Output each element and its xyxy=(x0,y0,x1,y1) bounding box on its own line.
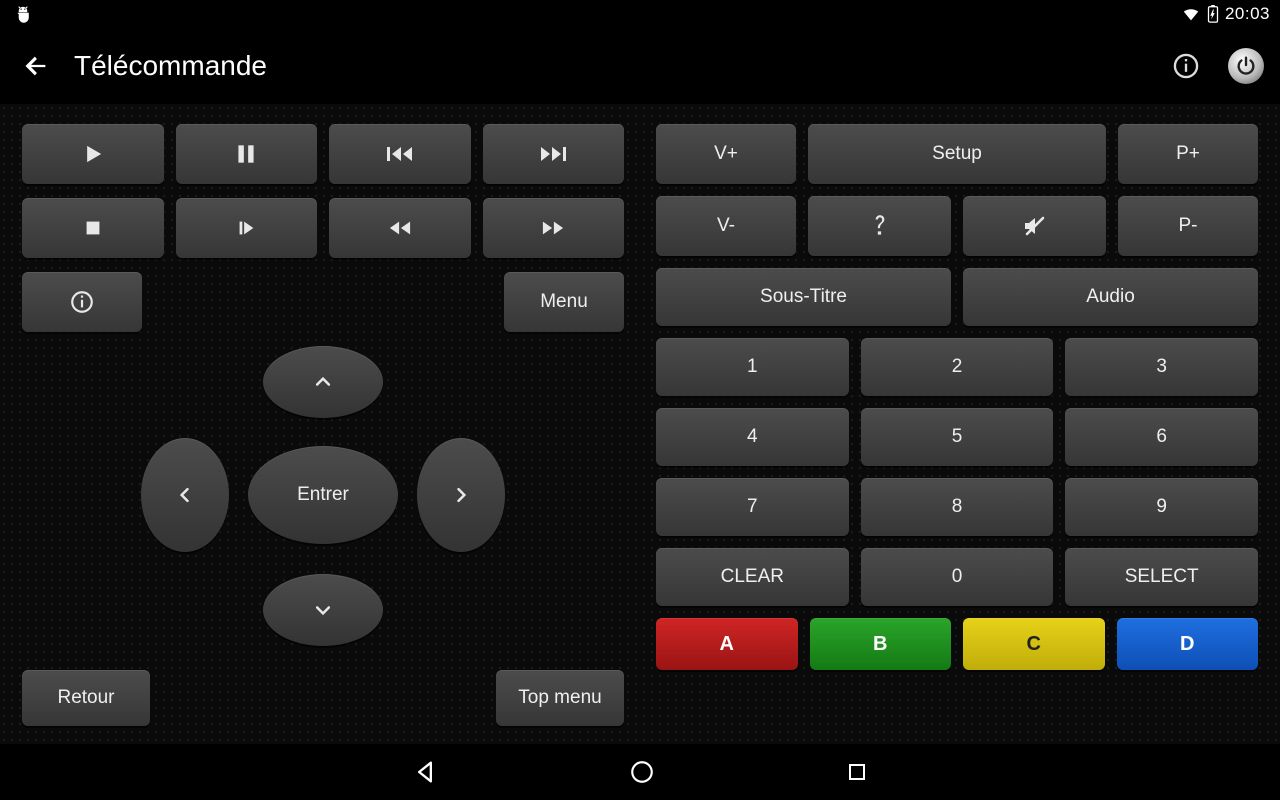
color-key-b[interactable]: B xyxy=(810,618,952,670)
dpad: Entrer xyxy=(113,346,533,646)
app-bar: Télécommande xyxy=(0,28,1280,104)
nav-back-icon[interactable] xyxy=(411,758,439,786)
play-button[interactable] xyxy=(22,124,164,184)
vol-down-button[interactable]: V- xyxy=(656,196,796,256)
android-status-bar: 20:03 xyxy=(0,0,1280,28)
setup-button[interactable]: Setup xyxy=(808,124,1106,184)
color-key-c[interactable]: C xyxy=(963,618,1105,670)
prog-up-button[interactable]: P+ xyxy=(1118,124,1258,184)
skip-next-button[interactable] xyxy=(483,124,625,184)
wifi-icon xyxy=(1181,6,1201,22)
keypad-5[interactable]: 5 xyxy=(861,408,1054,466)
keypad-7[interactable]: 7 xyxy=(656,478,849,536)
keypad-1[interactable]: 1 xyxy=(656,338,849,396)
step-frame-button[interactable] xyxy=(176,198,318,258)
keypad-9[interactable]: 9 xyxy=(1065,478,1258,536)
skip-prev-button[interactable] xyxy=(329,124,471,184)
android-debug-icon xyxy=(14,5,32,23)
power-icon[interactable] xyxy=(1228,48,1264,84)
dpad-up[interactable] xyxy=(263,346,383,418)
keypad-3[interactable]: 3 xyxy=(1065,338,1258,396)
audio-button[interactable]: Audio xyxy=(963,268,1258,326)
keypad-select[interactable]: SELECT xyxy=(1065,548,1258,606)
pause-button[interactable] xyxy=(176,124,318,184)
keypad-clear[interactable]: CLEAR xyxy=(656,548,849,606)
fast-forward-button[interactable] xyxy=(483,198,625,258)
keypad: 1 2 3 4 5 6 7 8 9 CLEAR 0 SELECT xyxy=(656,338,1258,606)
nav-recents-icon[interactable] xyxy=(845,760,869,784)
dpad-enter[interactable]: Entrer xyxy=(248,446,398,544)
top-menu-button[interactable]: Top menu xyxy=(496,670,624,726)
back-arrow-icon[interactable] xyxy=(22,52,50,80)
mute-button[interactable] xyxy=(963,196,1106,256)
keypad-2[interactable]: 2 xyxy=(861,338,1054,396)
dpad-down[interactable] xyxy=(263,574,383,646)
page-title: Télécommande xyxy=(74,50,267,82)
keypad-0[interactable]: 0 xyxy=(861,548,1054,606)
info-button[interactable] xyxy=(22,272,142,332)
color-key-d[interactable]: D xyxy=(1117,618,1259,670)
android-nav-bar xyxy=(0,744,1280,800)
prog-down-button[interactable]: P- xyxy=(1118,196,1258,256)
status-clock: 20:03 xyxy=(1225,4,1270,24)
dpad-right[interactable] xyxy=(417,438,505,552)
keypad-4[interactable]: 4 xyxy=(656,408,849,466)
dpad-left[interactable] xyxy=(141,438,229,552)
nav-home-icon[interactable] xyxy=(629,759,655,785)
menu-button[interactable]: Menu xyxy=(504,272,624,332)
info-header-icon[interactable] xyxy=(1168,48,1204,84)
retour-button[interactable]: Retour xyxy=(22,670,150,726)
rewind-button[interactable] xyxy=(329,198,471,258)
subtitle-button[interactable]: Sous-Titre xyxy=(656,268,951,326)
keypad-6[interactable]: 6 xyxy=(1065,408,1258,466)
color-key-a[interactable]: A xyxy=(656,618,798,670)
battery-icon xyxy=(1207,5,1219,23)
vol-up-button[interactable]: V+ xyxy=(656,124,796,184)
help-button[interactable] xyxy=(808,196,951,256)
stop-button[interactable] xyxy=(22,198,164,258)
keypad-8[interactable]: 8 xyxy=(861,478,1054,536)
